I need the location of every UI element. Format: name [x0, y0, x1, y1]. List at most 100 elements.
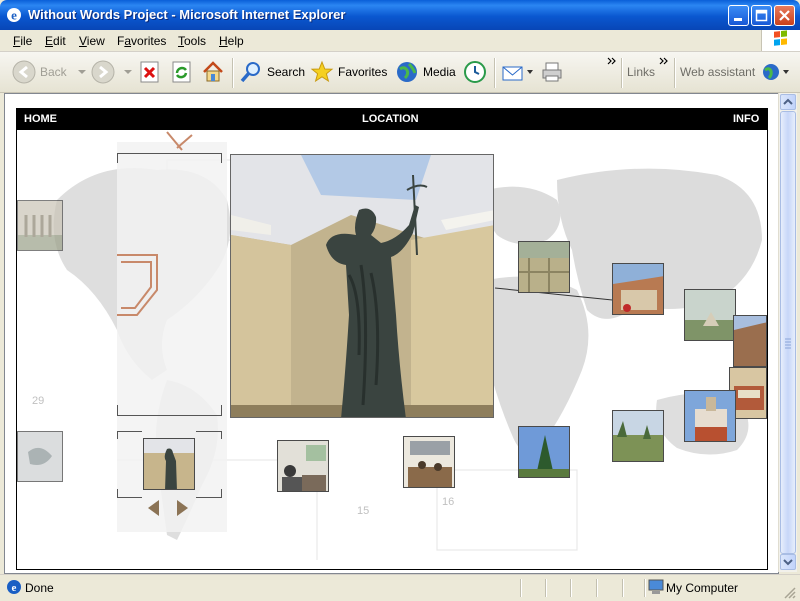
menu-view-label: iew — [86, 34, 105, 48]
windows-flag-icon — [774, 30, 787, 46]
scroll-grip-icon — [785, 338, 791, 349]
scroll-up-button[interactable] — [780, 94, 796, 110]
thumbnail-hillside[interactable] — [612, 410, 664, 462]
next-arrow-icon[interactable] — [176, 500, 188, 516]
history-clock-icon — [464, 61, 486, 83]
status-bar: e Done My Computer — [0, 574, 800, 601]
tholos-thumb-image — [685, 290, 735, 340]
back-button[interactable]: Back — [12, 60, 89, 84]
frame-bottom-line — [117, 415, 222, 416]
map-number-15: 15 — [357, 505, 369, 517]
menu-view[interactable]: View — [79, 34, 105, 48]
exhibit-thumb-image — [18, 432, 62, 481]
menu-file[interactable]: File — [13, 34, 32, 48]
map-number-29: 29 — [32, 395, 44, 407]
thumb-frame-line — [117, 431, 142, 432]
resize-grip-icon[interactable] — [782, 585, 796, 599]
frame-corner — [221, 431, 222, 439]
nav-location-link[interactable]: LOCATION — [362, 113, 419, 125]
stop-button[interactable] — [139, 60, 161, 84]
minimize-icon — [734, 18, 742, 21]
printer-icon — [542, 62, 562, 82]
previous-arrow-icon[interactable] — [148, 500, 160, 516]
toolbar-separator — [494, 58, 495, 88]
print-button[interactable] — [540, 60, 564, 84]
menu-tools[interactable]: Tools — [178, 34, 206, 48]
close-icon — [779, 10, 790, 21]
back-arrow-icon — [12, 60, 36, 84]
thumbnail-trees-sky[interactable] — [518, 426, 570, 478]
status-text: Done — [25, 581, 54, 595]
scroll-thumb[interactable] — [780, 111, 796, 554]
frame-corner — [117, 405, 118, 415]
thumbnail-students[interactable] — [277, 440, 329, 492]
thumbnail-excavation[interactable] — [518, 241, 570, 293]
links-label: Links — [627, 65, 656, 79]
scroll-down-icon — [783, 559, 793, 566]
window-title: Without Words Project - Microsoft Intern… — [28, 7, 346, 22]
thumbnail-statue[interactable] — [143, 438, 195, 490]
menu-edit-key: E — [45, 34, 54, 48]
mail-icon — [502, 66, 523, 81]
classroom-thumb-image — [404, 437, 454, 487]
forward-arrow-icon — [91, 60, 115, 84]
main-photo-charioteer-statue — [230, 154, 494, 418]
web-assistant-button[interactable]: Web assistant — [680, 60, 791, 84]
maximize-button[interactable] — [751, 5, 772, 26]
thumbnail-exhibit-left[interactable] — [17, 431, 63, 482]
building-thumb-image — [734, 316, 766, 366]
thumbnail-building-edge[interactable] — [733, 315, 767, 367]
vertical-scrollbar[interactable] — [778, 93, 797, 572]
maximize-icon — [755, 9, 768, 22]
links-bar[interactable]: Links — [627, 60, 655, 84]
thumb-frame-line — [196, 431, 222, 432]
thumb-frame-line — [196, 497, 222, 498]
forward-button[interactable] — [91, 60, 135, 84]
status-pane-divider — [596, 579, 598, 597]
excavation-thumb-image — [519, 242, 569, 292]
globe-icon — [763, 64, 780, 80]
hillside-thumb-image — [613, 411, 663, 461]
refresh-icon — [172, 61, 191, 83]
thumbnail-tholos[interactable] — [684, 289, 736, 341]
menu-help[interactable]: Help — [219, 34, 244, 48]
thumbnail-church[interactable] — [684, 390, 736, 442]
scroll-down-button[interactable] — [780, 554, 796, 570]
ie-logo-icon: e — [7, 8, 21, 23]
status-pane-divider — [570, 579, 572, 597]
windows-logo — [761, 30, 800, 51]
thumbnail-treasury[interactable] — [612, 263, 664, 315]
home-button[interactable] — [201, 60, 225, 84]
back-dropdown-icon — [77, 70, 86, 74]
frame-corner — [221, 489, 222, 497]
web-assistant-dropdown-icon — [783, 70, 790, 74]
status-pane-divider — [622, 579, 624, 597]
mail-button[interactable] — [501, 60, 535, 84]
frame-corner — [221, 153, 222, 163]
links-chevron-icon — [659, 57, 668, 65]
map-number-16: 16 — [442, 496, 454, 508]
nav-home-link[interactable]: HOME — [24, 113, 57, 125]
close-window-button[interactable] — [774, 5, 795, 26]
frame-corner — [221, 405, 222, 415]
history-button[interactable] — [463, 60, 487, 84]
menu-favorites-label: vorites — [131, 34, 167, 48]
search-label: Search — [267, 65, 306, 79]
menu-edit[interactable]: Edit — [45, 34, 66, 48]
home-icon — [203, 61, 223, 82]
thumbnail-ruins-left[interactable] — [17, 200, 63, 251]
flash-site: HOME LOCATION INFO 29 15 16 — [16, 108, 768, 570]
treasury-thumb-image — [613, 264, 663, 314]
media-button[interactable]: Media — [395, 60, 456, 84]
minimize-button[interactable] — [728, 5, 749, 26]
toolbar-separator — [232, 58, 233, 88]
nav-info-link[interactable]: INFO — [733, 113, 759, 125]
scroll-up-icon — [783, 98, 793, 105]
menu-bar: File Edit View Favorites Tools Help — [0, 30, 800, 52]
toolbar-separator — [621, 58, 622, 88]
search-button[interactable]: Search — [239, 60, 305, 84]
menu-favorites[interactable]: Favorites — [117, 34, 166, 48]
refresh-button[interactable] — [171, 60, 193, 84]
favorites-button[interactable]: Favorites — [310, 60, 387, 84]
thumbnail-classroom[interactable] — [403, 436, 455, 488]
